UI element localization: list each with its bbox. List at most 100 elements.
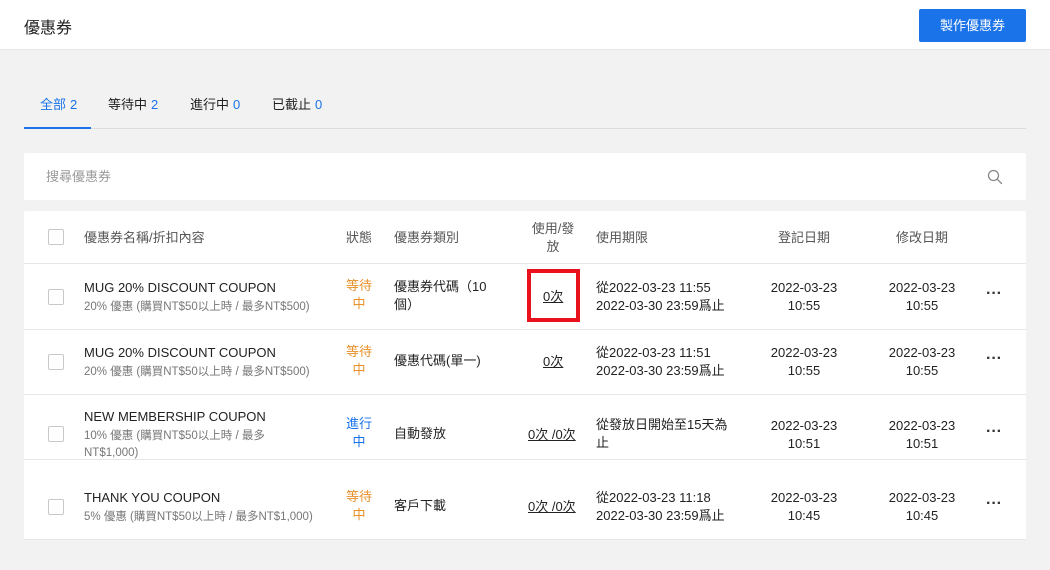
created-date-day: 2022-03-23 <box>770 418 838 433</box>
page-title: 優惠券 <box>24 20 73 37</box>
usage-link[interactable]: 0次 /0次 <box>528 498 576 516</box>
period-start: 從2022-03-23 11:51 <box>596 345 711 360</box>
more-options-icon[interactable]: ··· <box>986 423 1002 441</box>
column-name: 優惠券名稱/折扣內容 <box>84 230 205 245</box>
status-badge: 等待 中 <box>345 343 373 379</box>
column-status: 狀態 <box>346 230 373 245</box>
status-badge: 等待 中 <box>345 488 373 524</box>
created-date-time: 10:51 <box>787 436 821 451</box>
tab-label: 已截止 <box>272 97 312 112</box>
row-checkbox[interactable] <box>48 426 64 442</box>
period-start: 從2022-03-23 11:55 <box>596 280 711 295</box>
row-checkbox[interactable] <box>48 289 64 305</box>
usage-period: 從2022-03-23 11:55 2022-03-30 23:59爲止 <box>596 279 725 315</box>
coupon-type-line1: 客戶下載 <box>394 498 447 513</box>
coupon-detail-line1: 10% 優惠 (購買NT$50以上時 / 最多 <box>84 430 265 442</box>
tab-label: 全部 <box>40 97 67 112</box>
table-row[interactable]: MUG 20% DISCOUNT COUPON 20% 優惠 (購買NT$50以… <box>24 265 1026 330</box>
tab-count: 2 <box>151 97 159 112</box>
created-date: 2022-03-23 10:51 <box>770 417 838 453</box>
column-created: 登記日期 <box>778 230 831 245</box>
modified-date-day: 2022-03-23 <box>888 490 956 505</box>
status-line1: 進行 <box>345 416 372 431</box>
table-header: 優惠券名稱/折扣內容 狀態 優惠券類別 使用/發 放 使用期限 登記日期 修改日… <box>24 211 1026 264</box>
coupon-name: MUG 20% DISCOUNT COUPON <box>84 345 276 360</box>
tab-count: 2 <box>70 97 78 112</box>
tab-running[interactable]: 進行中 0 <box>190 94 240 113</box>
usage-highlight-box <box>527 269 580 322</box>
status-line1: 等待 <box>345 278 372 293</box>
search-input[interactable] <box>46 153 946 200</box>
modified-date-time: 10:45 <box>905 508 939 523</box>
created-date-time: 10:55 <box>787 363 821 378</box>
coupon-type-line1: 優惠代碼(單一) <box>394 353 481 368</box>
row-checkbox[interactable] <box>48 354 64 370</box>
period-end: 止 <box>596 435 610 450</box>
search-icon[interactable] <box>987 169 1003 185</box>
modified-date-day: 2022-03-23 <box>888 280 956 295</box>
column-modified: 修改日期 <box>896 230 949 245</box>
created-date-time: 10:45 <box>787 508 821 523</box>
coupon-detail: 10% 優惠 (購買NT$50以上時 / 最多 NT$1,000) <box>84 428 266 462</box>
status-line1: 等待 <box>345 489 372 504</box>
more-options-icon[interactable]: ··· <box>986 285 1002 303</box>
modified-date: 2022-03-23 10:51 <box>888 417 956 453</box>
status-line1: 等待 <box>345 344 372 359</box>
top-bar: 優惠券 製作優惠券 <box>0 0 1050 50</box>
period-end: 2022-03-30 23:59爲止 <box>596 363 725 378</box>
table-row[interactable]: THANK YOU COUPON 5% 優惠 (購買NT$50以上時 / 最多N… <box>24 475 1026 540</box>
usage-link[interactable]: 0次 /0次 <box>528 426 576 444</box>
status-tabs: 全部 2 等待中 2 進行中 0 已截止 0 <box>24 86 1026 129</box>
modified-date-time: 10:55 <box>905 363 939 378</box>
modified-date-day: 2022-03-23 <box>888 345 956 360</box>
row-checkbox[interactable] <box>48 499 64 515</box>
coupon-type-line1: 自動發放 <box>394 426 447 441</box>
tab-all[interactable]: 全部 2 <box>40 94 77 113</box>
tab-label: 等待中 <box>108 97 148 112</box>
coupon-type: 客戶下載 <box>394 497 446 515</box>
table-row[interactable]: MUG 20% DISCOUNT COUPON 20% 優惠 (購買NT$50以… <box>24 330 1026 395</box>
modified-date-day: 2022-03-23 <box>888 418 956 433</box>
status-badge: 等待 中 <box>345 277 373 313</box>
column-type: 優惠券類別 <box>394 230 460 245</box>
period-end: 2022-03-30 23:59爲止 <box>596 508 725 523</box>
tab-ended[interactable]: 已截止 0 <box>272 94 322 113</box>
coupon-type-line1: 優惠券代碼（10 <box>394 279 487 294</box>
select-all-checkbox[interactable] <box>48 229 64 245</box>
tab-label: 進行中 <box>190 97 230 112</box>
column-usage-line2: 放 <box>546 239 560 254</box>
more-options-icon[interactable]: ··· <box>986 350 1002 368</box>
coupon-info: MUG 20% DISCOUNT COUPON 20% 優惠 (購買NT$50以… <box>84 279 310 316</box>
coupon-type: 自動發放 <box>394 425 446 443</box>
column-period: 使用期限 <box>596 230 649 245</box>
coupon-name: THANK YOU COUPON <box>84 490 221 505</box>
coupon-detail: 20% 優惠 (購買NT$50以上時 / 最多NT$500) <box>84 366 310 378</box>
coupon-info: MUG 20% DISCOUNT COUPON 20% 優惠 (購買NT$50以… <box>84 344 310 381</box>
more-options-icon[interactable]: ··· <box>986 495 1002 513</box>
table-row[interactable]: NEW MEMBERSHIP COUPON 10% 優惠 (購買NT$50以上時… <box>24 395 1026 460</box>
created-date-time: 10:55 <box>787 298 821 313</box>
create-coupon-button[interactable]: 製作優惠券 <box>919 9 1026 42</box>
period-start: 從發放日開始至15天為 <box>596 417 728 432</box>
modified-date: 2022-03-23 10:55 <box>888 344 956 380</box>
coupon-detail: 5% 優惠 (購買NT$50以上時 / 最多NT$1,000) <box>84 511 313 523</box>
active-tab-indicator <box>24 127 91 129</box>
coupon-info: NEW MEMBERSHIP COUPON 10% 優惠 (購買NT$50以上時… <box>84 408 266 462</box>
modified-date-time: 10:51 <box>905 436 939 451</box>
created-date: 2022-03-23 10:55 <box>770 279 838 315</box>
coupon-type: 優惠券代碼（10 個） <box>394 278 486 314</box>
created-date: 2022-03-23 10:45 <box>770 489 838 525</box>
usage-period: 從發放日開始至15天為 止 <box>596 416 727 452</box>
status-line2: 中 <box>352 362 366 377</box>
status-line2: 中 <box>352 434 366 449</box>
modified-date-time: 10:55 <box>905 298 939 313</box>
created-date-day: 2022-03-23 <box>770 490 838 505</box>
coupon-name: NEW MEMBERSHIP COUPON <box>84 409 266 424</box>
period-end: 2022-03-30 23:59爲止 <box>596 298 725 313</box>
tab-waiting[interactable]: 等待中 2 <box>108 94 158 113</box>
usage-link[interactable]: 0次 <box>543 353 563 371</box>
tab-count: 0 <box>315 97 323 112</box>
coupon-type: 優惠代碼(單一) <box>394 352 481 370</box>
tab-count: 0 <box>233 97 241 112</box>
created-date-day: 2022-03-23 <box>770 280 838 295</box>
